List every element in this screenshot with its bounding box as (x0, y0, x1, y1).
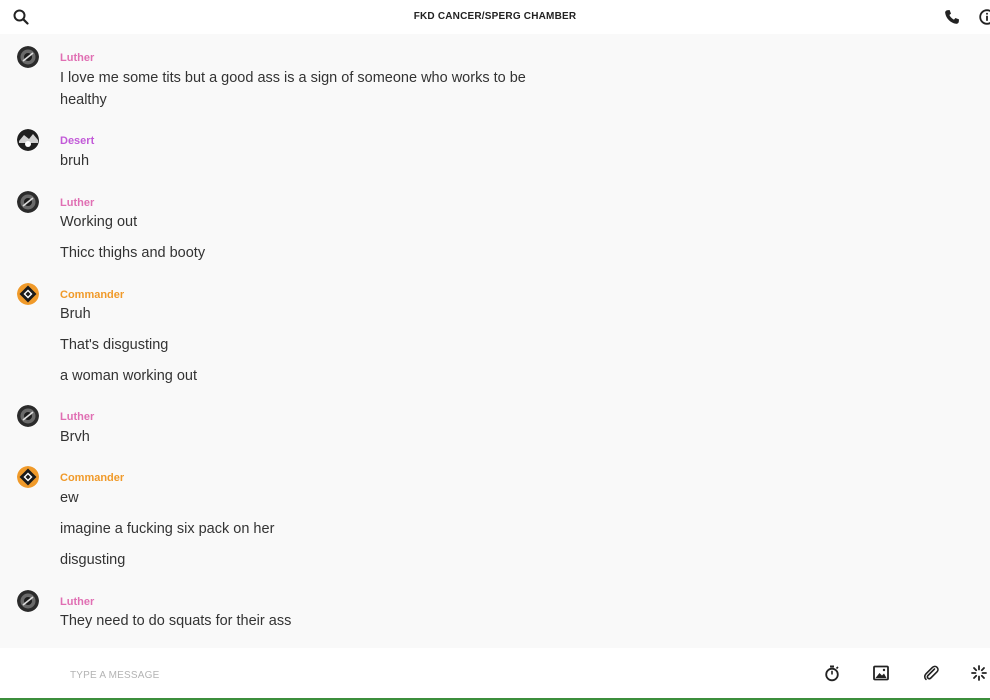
chat-header: FKD CANCER/SPERG CHAMBER (0, 0, 990, 34)
message-text: imagine a fucking six pack on her (60, 521, 275, 537)
timer-icon[interactable] (823, 664, 841, 682)
avatar-image (17, 283, 39, 305)
avatar-image (17, 191, 39, 213)
avatar[interactable] (17, 46, 39, 68)
message-text: bruh (60, 153, 90, 169)
avatar[interactable] (17, 191, 39, 213)
author-name: Luther (60, 596, 95, 608)
message-text: Bruh (60, 306, 91, 322)
message-feed: Luther I love me some tits but a good as… (0, 34, 990, 648)
message-text: They need to do squats for their ass (60, 613, 292, 629)
composer (0, 648, 990, 700)
message-input[interactable] (68, 665, 672, 685)
avatar-image (17, 466, 39, 488)
info-icon[interactable] (978, 8, 990, 26)
avatar[interactable] (17, 129, 39, 151)
image-icon[interactable] (872, 664, 890, 682)
message-text: ew (60, 490, 79, 506)
avatar-image (17, 590, 39, 612)
avatar[interactable] (17, 283, 39, 305)
paperclip-icon[interactable] (922, 664, 940, 682)
avatar[interactable] (17, 466, 39, 488)
avatar[interactable] (17, 590, 39, 612)
author-name: Luther (60, 52, 95, 64)
message-text: Brvh (60, 429, 90, 445)
author-name: Desert (60, 135, 95, 147)
message-text: Thicc thighs and booty (60, 245, 206, 261)
chat-title: FKD CANCER/SPERG CHAMBER (413, 11, 577, 22)
message-text: I love me some tits but a good ass is a … (60, 70, 526, 108)
message-text: That's disgusting (60, 337, 169, 353)
avatar-image (17, 46, 39, 68)
author-name: Luther (60, 197, 95, 209)
sparkle-icon[interactable] (970, 664, 988, 682)
message-text: disgusting (60, 552, 126, 568)
author-name: Commander (60, 472, 125, 484)
author-name: Commander (60, 289, 125, 301)
phone-icon[interactable] (943, 8, 961, 26)
avatar-image (17, 129, 39, 151)
avatar-image (17, 405, 39, 427)
avatar[interactable] (17, 405, 39, 427)
message-text: Working out (60, 214, 138, 230)
message-text: a woman working out (60, 368, 198, 384)
author-name: Luther (60, 411, 95, 423)
